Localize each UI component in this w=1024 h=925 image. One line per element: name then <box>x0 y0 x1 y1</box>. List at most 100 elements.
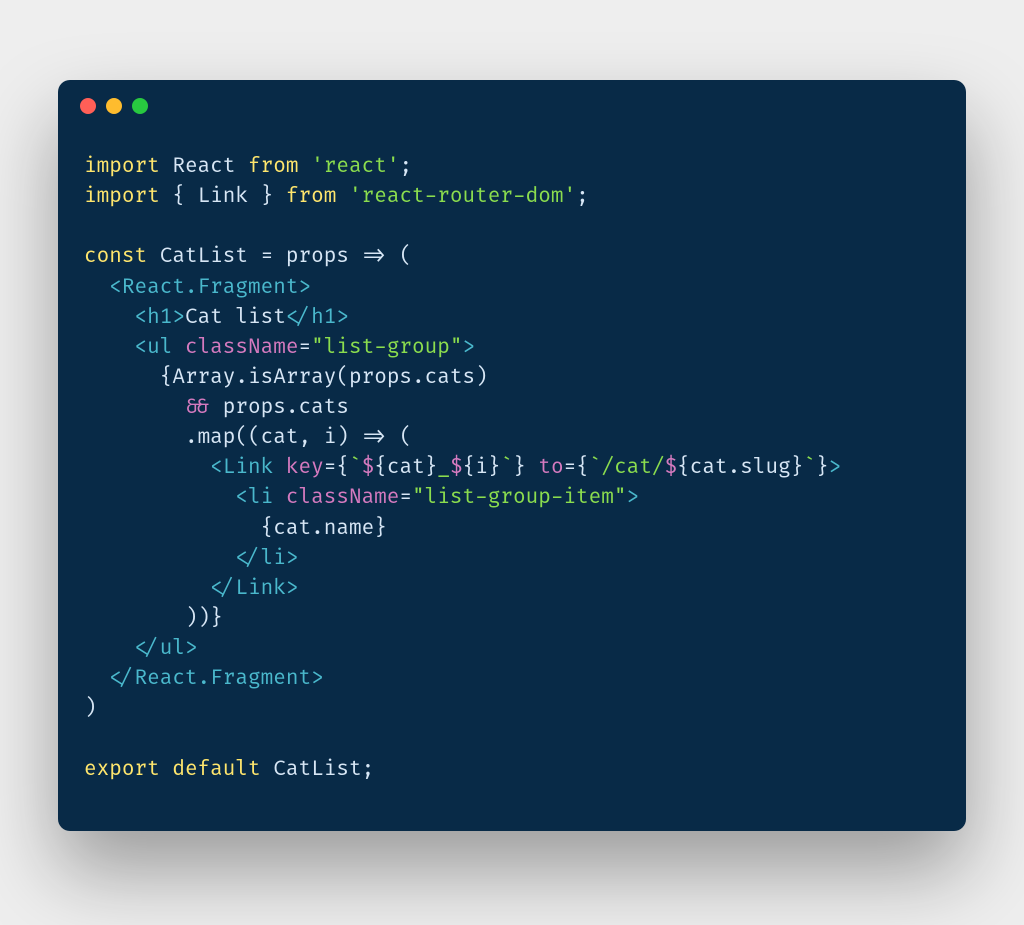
attr-key: key <box>286 455 324 480</box>
ident-props: props <box>286 244 349 269</box>
ident-isarray: isArray <box>248 365 336 390</box>
ident-catlist: CatList <box>160 244 248 269</box>
punct-eq: = <box>248 244 286 269</box>
tag-react-fragment: React.Fragment <box>122 275 299 300</box>
tag-close: > <box>627 485 640 510</box>
tag-li: li <box>248 485 273 510</box>
tpl-backtick: ` <box>589 455 602 480</box>
ident-i: i <box>475 455 488 480</box>
tag-ul-close: ul <box>160 636 185 661</box>
tpl-backtick: ` <box>803 455 816 480</box>
keyword-import: import <box>84 154 160 179</box>
tag-close: > <box>463 335 476 360</box>
tag-h1: h1 <box>147 305 172 330</box>
punct-lbrace: { <box>576 455 589 480</box>
space <box>526 455 539 480</box>
window-minimize-icon[interactable] <box>106 98 122 114</box>
punct-rbrace: } <box>248 184 273 209</box>
code-block: import React from 'react'; import { Link… <box>58 132 966 795</box>
punct-rbrace: } <box>374 516 387 541</box>
ident-cat: cat <box>690 455 728 480</box>
tag-open: </ <box>134 636 159 661</box>
ident-map: map <box>198 425 236 450</box>
punct-rparen: ) <box>336 425 349 450</box>
tag-close: > <box>185 636 198 661</box>
tpl-dollar: $ <box>450 455 463 480</box>
tpl-close: } <box>488 455 501 480</box>
tag-open: < <box>210 455 223 480</box>
punct-dot: . <box>311 516 324 541</box>
punct-lbrace: { <box>160 365 173 390</box>
tag-link-close: Link <box>235 576 285 601</box>
text-cat-list: Cat list <box>185 305 286 330</box>
op-andand: && <box>185 395 210 420</box>
punct-lparen: (( <box>235 425 260 450</box>
tpl-close: } <box>425 455 438 480</box>
punct-lbrace: { <box>172 184 197 209</box>
attr-to: to <box>538 455 563 480</box>
ident-cat: cat <box>387 455 425 480</box>
keyword-from: from <box>248 154 298 179</box>
tpl-open: { <box>374 455 387 480</box>
ident-i: i <box>324 425 337 450</box>
tag-open: < <box>134 305 147 330</box>
tag-close: > <box>336 305 349 330</box>
punct-rparen: ) <box>475 365 488 390</box>
keyword-default: default <box>172 757 260 782</box>
tag-close: > <box>311 666 324 691</box>
window-close-icon[interactable] <box>80 98 96 114</box>
ident-array: Array <box>172 365 235 390</box>
string-rrd: 'react-router-dom' <box>349 184 576 209</box>
window-titlebar <box>58 80 966 132</box>
tag-close: > <box>286 546 299 571</box>
space <box>273 455 286 480</box>
arrow: => ( <box>349 244 412 269</box>
tpl-dollar: $ <box>362 455 375 480</box>
tpl-open: { <box>463 455 476 480</box>
string-list-group-item: "list-group-item" <box>412 485 626 510</box>
ident-props: props <box>223 395 286 420</box>
punct-semi: ; <box>399 154 412 179</box>
keyword-from: from <box>286 184 336 209</box>
ident-slug: slug <box>740 455 790 480</box>
ident-cats: cats <box>425 365 475 390</box>
tag-open: </ <box>109 666 134 691</box>
attr-classname: className <box>185 335 299 360</box>
punct-lbrace: { <box>261 516 274 541</box>
tpl-dollar: $ <box>665 455 678 480</box>
tpl-backtick: ` <box>349 455 362 480</box>
punct-comma: , <box>299 425 324 450</box>
ident-catlist: CatList <box>273 757 361 782</box>
stage: import React from 'react'; import { Link… <box>0 0 1024 925</box>
keyword-const: const <box>84 244 147 269</box>
tag-h1-close: h1 <box>311 305 336 330</box>
tag-link: Link <box>223 455 273 480</box>
punct-eq: = <box>299 335 312 360</box>
punct-dot: . <box>185 425 198 450</box>
punct-dot: . <box>235 365 248 390</box>
punct-lparen: ( <box>336 365 349 390</box>
keyword-import: import <box>84 184 160 209</box>
punct-rbrace: } <box>816 455 829 480</box>
string-list-group: "list-group" <box>311 335 462 360</box>
tpl-open: { <box>677 455 690 480</box>
tag-open: </ <box>235 546 260 571</box>
punct-rbrace: } <box>513 455 526 480</box>
tag-close: > <box>829 455 842 480</box>
tpl-underscore: _ <box>437 455 450 480</box>
keyword-export: export <box>84 757 160 782</box>
tag-ul: ul <box>147 335 172 360</box>
window-zoom-icon[interactable] <box>132 98 148 114</box>
punct-dot: . <box>286 395 299 420</box>
arrow: => ( <box>349 425 412 450</box>
punct-eq: = <box>564 455 577 480</box>
ident-react: React <box>172 154 235 179</box>
punct-eq: = <box>399 485 412 510</box>
tpl-backtick: ` <box>500 455 513 480</box>
tag-open: </ <box>210 576 235 601</box>
ident-props: props <box>349 365 412 390</box>
tpl-close: } <box>791 455 804 480</box>
punct-closing: ))} <box>185 606 223 631</box>
code-card: import React from 'react'; import { Link… <box>58 80 966 831</box>
tag-react-fragment-close: React.Fragment <box>134 666 311 691</box>
